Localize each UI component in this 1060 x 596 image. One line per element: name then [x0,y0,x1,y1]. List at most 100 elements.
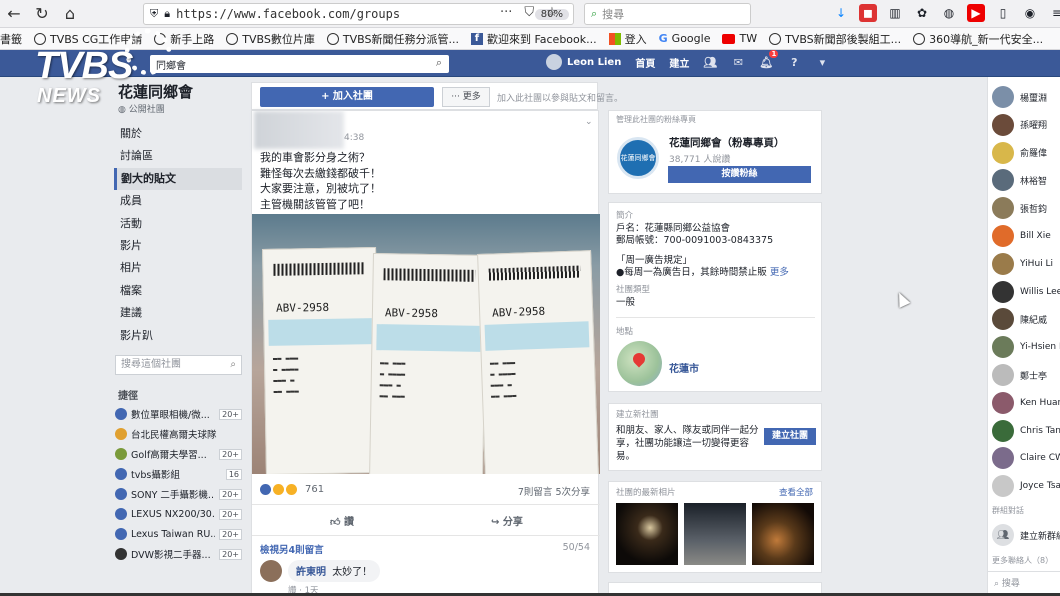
post-card: 4:38 ⌄ 我的車會影分身之術？ 難怪每次去繳錢都破千！ 大家要注意，別被坑了！ 主… [251,110,600,596]
photo-thumbnail[interactable] [616,503,678,565]
about-more-link[interactable]: 更多 [770,267,789,278]
sidebar-icon[interactable]: ▯ [994,4,1012,22]
post-time[interactable]: 4:38 [344,133,364,143]
location-city[interactable]: 花蓮市 [669,360,699,375]
profile-link[interactable]: Leon Lien [546,54,621,70]
youtube-icon[interactable]: ▶ [967,4,985,22]
chat-search-input[interactable]: ⌕ 搜尋 [988,571,1060,591]
group-search-input[interactable]: 搜尋這個社團 ⌕ [115,355,242,375]
account-icon[interactable]: ◉ [1021,4,1039,22]
group-type-heading: 社團類型 [616,285,651,295]
join-group-button[interactable]: + 加入社團 [260,87,434,107]
pocket-icon[interactable]: ⛉ [524,5,534,20]
more-contacts-link[interactable]: 更多聯絡人（8） [992,555,1053,566]
shortcut-item[interactable]: Golf高爾夫學習... 20+ [115,444,242,464]
shortcut-item[interactable]: LEXUS NX200/30... 20+ [115,504,242,524]
photo-thumbnail[interactable] [684,503,746,565]
page-name[interactable]: 花蓮同鄉會（粉專專頁） [669,135,785,150]
extension-icon[interactable]: ✿ [913,4,931,22]
notifications-icon[interactable]: 🔔︎ 1 [759,50,779,69]
friends-icon[interactable]: 👥︎ [703,55,717,69]
group-nav-item[interactable]: 相片 [114,257,242,279]
page-logo[interactable]: 花蓮同鄉會 [617,137,659,179]
group-nav-item[interactable]: 影片 [114,235,242,257]
post-photo[interactable]: ABV-2958 ▬▬ ▬▬▬ ▬ ▬▬▬▬ ▬▬▬ ▬ ▬▬ ▬▬▬ ABV-295… [252,214,600,474]
home-icon[interactable]: ⌂ [56,0,84,28]
chat-contact[interactable]: 張哲鈞 [992,196,1047,220]
extension-icon[interactable]: ◼ [859,4,877,22]
dropdown-chevron-icon[interactable]: ▾ [815,55,829,69]
help-icon[interactable]: ? [787,55,801,69]
group-nav-item[interactable]: 討論區 [114,145,242,167]
chat-contact[interactable]: Chris Tan [992,419,1060,443]
library-icon[interactable]: ▥ [886,4,904,22]
like-button[interactable]: 👍︎ 讚 [330,513,354,528]
post-options-icon[interactable]: ⌄ [585,117,593,127]
search-icon[interactable]: ⌕ [230,356,236,374]
chat-contact[interactable]: 林裕智 [992,168,1047,192]
chat-contact[interactable]: Yi-Hsien Lin [992,335,1060,359]
barcode [488,265,581,281]
like-page-button[interactable]: 按讚粉絲 [668,166,811,183]
avatar[interactable] [260,560,282,582]
group-nav-item[interactable]: 關於 [114,123,242,145]
facebook-search-input[interactable]: 同鄉會 ⌕ [150,55,449,73]
group-nav-item[interactable]: 檔案 [114,280,242,302]
group-nav-item[interactable]: 活動 [114,213,242,235]
star-icon[interactable]: ☆ [546,5,558,20]
photo-thumbnail[interactable] [752,503,814,565]
messenger-icon[interactable]: ✉ [731,55,745,69]
reload-icon[interactable]: ↻ [28,0,56,28]
bookmark-item[interactable]: 書籤 [0,31,22,47]
bookmark-item[interactable]: 登入 [608,31,647,47]
bookmark-item[interactable]: TVBS新聞部後製組工... [769,31,901,47]
chat-contact[interactable]: Bill Xie [992,224,1051,248]
chat-contact[interactable]: 鄭士亭 [992,363,1047,387]
menu-icon[interactable]: ≡ [1048,4,1060,22]
shortcut-item[interactable]: SONY 二手攝影機... 20+ [115,484,242,504]
download-icon[interactable]: ↓ [832,4,850,22]
bookmark-item[interactable]: TVBS新聞任務分派管... [326,31,459,47]
shortcut-item[interactable]: Lexus Taiwan RU... 20+ [115,524,242,544]
shortcut-item[interactable]: tvbs攝影組 16 [115,464,242,484]
more-button[interactable]: ··· 更多 [442,87,490,107]
shortcut-item[interactable]: DVW影視二手器... 20+ [115,544,242,564]
search-icon[interactable]: ⌕ [436,56,442,70]
bookmark-item[interactable]: TVBS數位片庫 [226,31,315,47]
shortcut-item[interactable]: 數位單眼相機/微... 20+ [115,404,242,424]
create-chat-group[interactable]: 👥︎ 建立新群組 [992,523,1060,547]
chat-contact[interactable]: 楊璽淵 [992,85,1047,109]
chat-contact[interactable]: YiHui Li [992,252,1053,276]
chat-contact[interactable]: Ken Huang [992,391,1060,415]
view-more-comments[interactable]: 檢視另4則留言 [260,542,324,556]
chat-contact[interactable]: 陳紀威 [992,307,1047,331]
bookmark-item[interactable]: G Google [659,32,711,45]
create-group-button[interactable]: 建立社團 [764,428,816,445]
group-nav-item[interactable]: 成員 [114,190,242,212]
reaction-summary[interactable]: 761 [260,484,324,495]
shortcut-item[interactable]: 台北民權高爾夫球隊 [115,424,242,444]
chat-contact[interactable]: Claire CW [992,446,1060,470]
chat-contact[interactable]: Joyce Tsai [992,474,1060,498]
chat-contact[interactable]: 俞羅偉 [992,141,1047,165]
bookmark-item[interactable]: f 歡迎來到 Facebook... [470,31,597,47]
back-arrow-icon[interactable]: ← [0,0,28,28]
create-group-heading: 建立新社團 [616,410,659,420]
group-nav-item[interactable]: 劉大的貼文 [114,167,242,191]
see-all-link[interactable]: 查看全部 [779,486,813,498]
browser-search[interactable]: ⌕ 搜尋 [584,3,751,25]
create-link[interactable]: 建立 [669,55,689,70]
bookmark-item[interactable]: TW [722,32,757,45]
commenter-name[interactable]: 許東明 [296,567,326,578]
bookmark-item[interactable]: 360導航_新一代安全... [913,31,1043,47]
comment-share-count[interactable]: 7則留言 5次分享 [518,484,590,498]
avatar [992,280,1014,303]
chat-contact[interactable]: 孫曜翔 [992,113,1047,137]
share-button[interactable]: ↪ 分享 [491,513,523,528]
group-nav-item[interactable]: 建議 [114,302,242,324]
group-nav-item[interactable]: 影片趴 [114,325,242,347]
extension-icon[interactable]: ◍ [940,4,958,22]
chat-contact[interactable]: Willis Lee [992,280,1060,304]
home-link[interactable]: 首頁 [635,55,655,70]
more-dots-icon[interactable]: ··· [500,5,512,20]
